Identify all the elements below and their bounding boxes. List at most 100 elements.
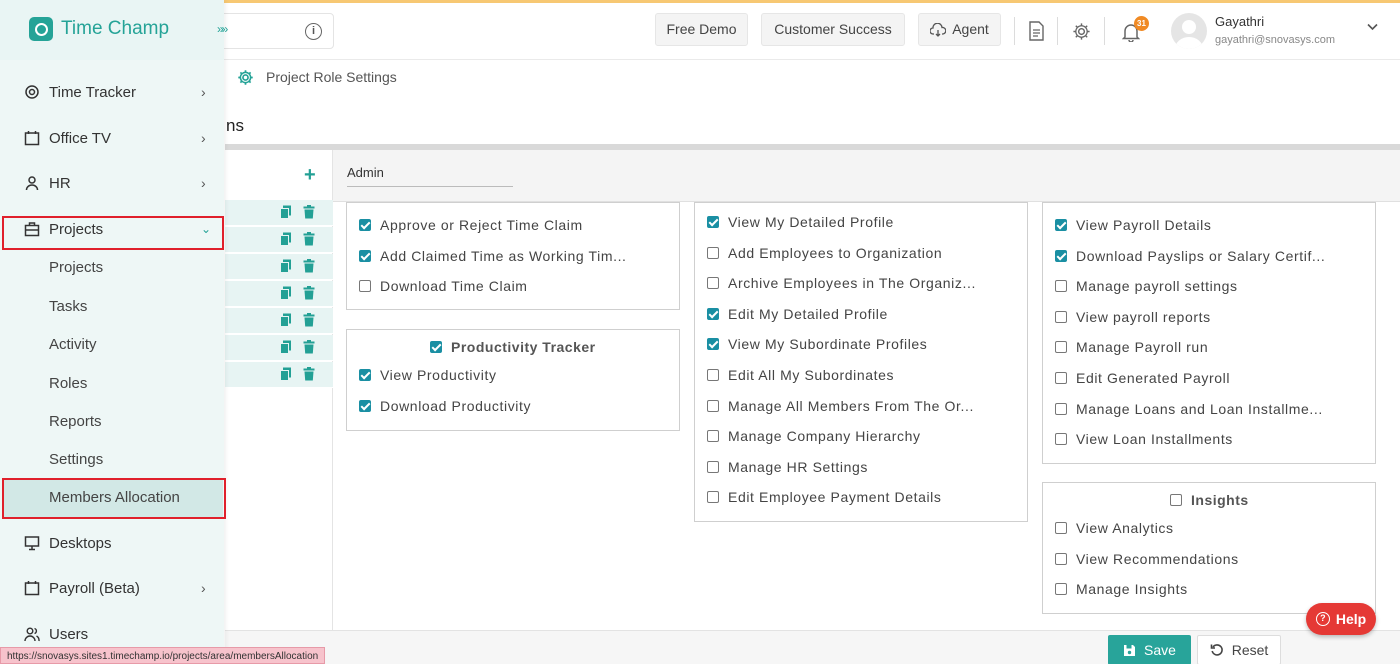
role-row[interactable] — [225, 335, 333, 361]
permission-item[interactable]: Manage HR Settings — [707, 459, 868, 475]
permission-checkbox[interactable] — [359, 369, 371, 381]
permission-checkbox[interactable] — [707, 216, 719, 228]
permission-checkbox[interactable] — [1055, 341, 1067, 354]
gear-icon[interactable] — [1072, 22, 1091, 41]
agent-button[interactable]: Agent — [918, 13, 1001, 46]
permission-item[interactable]: Manage All Members From The Or... — [707, 398, 974, 414]
permission-checkbox[interactable] — [707, 399, 719, 412]
insights-title[interactable]: Insights — [1170, 492, 1249, 508]
permission-checkbox[interactable] — [707, 460, 719, 473]
permission-checkbox[interactable] — [707, 277, 719, 290]
permission-item[interactable]: Download Payslips or Salary Certif... — [1055, 248, 1325, 264]
permission-item[interactable]: Manage Loans and Loan Installme... — [1055, 401, 1323, 417]
reset-button[interactable]: Reset — [1197, 635, 1281, 664]
delete-icon[interactable] — [303, 313, 315, 327]
role-row[interactable] — [225, 254, 333, 280]
permission-item[interactable]: View My Detailed Profile — [707, 214, 894, 230]
role-row[interactable] — [225, 227, 333, 253]
delete-icon[interactable] — [303, 232, 315, 246]
permission-checkbox[interactable] — [1055, 219, 1067, 231]
permission-item[interactable]: View payroll reports — [1055, 309, 1211, 325]
copy-icon[interactable] — [280, 340, 292, 354]
role-row[interactable] — [225, 308, 333, 334]
sidebar-sub-activity[interactable]: Activity — [49, 336, 97, 353]
delete-icon[interactable] — [303, 367, 315, 381]
permission-checkbox[interactable] — [1055, 249, 1067, 262]
permission-checkbox[interactable] — [359, 280, 371, 293]
permission-checkbox[interactable] — [1055, 402, 1067, 415]
sidebar-sub-reports[interactable]: Reports — [49, 413, 102, 430]
productivity-checkbox[interactable] — [430, 341, 442, 353]
avatar[interactable] — [1171, 13, 1207, 49]
permission-checkbox[interactable] — [1055, 280, 1067, 293]
chevron-down-icon[interactable] — [1367, 23, 1378, 31]
permission-checkbox[interactable] — [1055, 372, 1067, 384]
permission-checkbox[interactable] — [707, 338, 719, 351]
permission-item[interactable]: Edit All My Subordinates — [707, 367, 894, 383]
sidebar-sub-roles[interactable]: Roles — [49, 375, 87, 392]
permission-item[interactable]: Manage Company Hierarchy — [707, 428, 921, 444]
permission-item[interactable]: Archive Employees in The Organiz... — [707, 275, 976, 291]
permission-item[interactable]: View Recommendations — [1055, 551, 1239, 567]
add-role-icon[interactable]: + — [304, 164, 316, 187]
sidebar-item-payroll[interactable]: Payroll (Beta) › — [0, 568, 224, 608]
role-name-input[interactable]: Admin — [347, 165, 513, 187]
permission-item[interactable]: Edit My Detailed Profile — [707, 306, 888, 322]
permission-item[interactable]: View Loan Installments — [1055, 431, 1233, 447]
permission-checkbox[interactable] — [1055, 310, 1067, 323]
permission-item[interactable]: Edit Generated Payroll — [1055, 370, 1230, 386]
permission-item[interactable]: Manage Insights — [1055, 581, 1188, 597]
copy-icon[interactable] — [280, 286, 292, 300]
customer-success-button[interactable]: Customer Success — [761, 13, 905, 46]
productivity-title[interactable]: Productivity Tracker — [430, 339, 596, 355]
copy-icon[interactable] — [280, 232, 292, 246]
permission-item[interactable]: View My Subordinate Profiles — [707, 336, 927, 352]
permission-item[interactable]: Manage Payroll run — [1055, 339, 1208, 355]
role-row[interactable] — [225, 200, 333, 226]
sidebar-sub-settings[interactable]: Settings — [49, 451, 103, 468]
permission-checkbox[interactable] — [707, 369, 719, 381]
permission-item[interactable]: Approve or Reject Time Claim — [359, 217, 583, 233]
permission-item[interactable]: View Productivity — [359, 367, 497, 383]
permission-checkbox[interactable] — [707, 430, 719, 443]
save-button[interactable]: Save — [1108, 635, 1191, 664]
permission-item[interactable]: Add Claimed Time as Working Tim... — [359, 248, 627, 264]
permission-item[interactable]: View Payroll Details — [1055, 217, 1211, 233]
sidebar-item-desktops[interactable]: Desktops — [0, 523, 224, 563]
permission-item[interactable]: View Analytics — [1055, 520, 1174, 536]
permission-checkbox[interactable] — [1055, 433, 1067, 446]
permission-checkbox[interactable] — [707, 491, 719, 504]
collapse-sidebar-icon[interactable]: »» — [217, 22, 228, 36]
info-icon[interactable]: i — [305, 23, 322, 40]
sidebar-item-hr[interactable]: HR › — [0, 163, 224, 203]
sidebar-sub-tasks[interactable]: Tasks — [49, 298, 87, 315]
delete-icon[interactable] — [303, 286, 315, 300]
free-demo-button[interactable]: Free Demo — [655, 13, 748, 46]
permission-checkbox[interactable] — [1055, 522, 1067, 534]
copy-icon[interactable] — [280, 259, 292, 273]
permission-checkbox[interactable] — [359, 219, 371, 231]
copy-icon[interactable] — [280, 205, 292, 219]
help-button[interactable]: ? Help — [1306, 603, 1376, 635]
permission-checkbox[interactable] — [1055, 552, 1067, 565]
copy-icon[interactable] — [280, 367, 292, 381]
permission-checkbox[interactable] — [707, 307, 719, 320]
permission-item[interactable]: Add Employees to Organization — [707, 245, 942, 261]
delete-icon[interactable] — [303, 340, 315, 354]
sidebar-sub-projects[interactable]: Projects — [49, 259, 103, 276]
permission-item[interactable]: Download Time Claim — [359, 278, 528, 294]
insights-checkbox[interactable] — [1170, 494, 1182, 506]
copy-icon[interactable] — [280, 313, 292, 327]
app-logo[interactable]: Time Champ — [61, 18, 169, 40]
delete-icon[interactable] — [303, 259, 315, 273]
permission-checkbox[interactable] — [359, 249, 371, 262]
permission-item[interactable]: Download Productivity — [359, 398, 531, 414]
document-icon[interactable] — [1028, 21, 1045, 41]
delete-icon[interactable] — [303, 205, 315, 219]
permission-item[interactable]: Edit Employee Payment Details — [707, 489, 942, 505]
permission-checkbox[interactable] — [1055, 583, 1067, 596]
permission-checkbox[interactable] — [707, 246, 719, 259]
role-row[interactable] — [225, 281, 333, 307]
sidebar-item-time-tracker[interactable]: Time Tracker › — [0, 72, 224, 112]
role-row[interactable] — [225, 362, 333, 388]
